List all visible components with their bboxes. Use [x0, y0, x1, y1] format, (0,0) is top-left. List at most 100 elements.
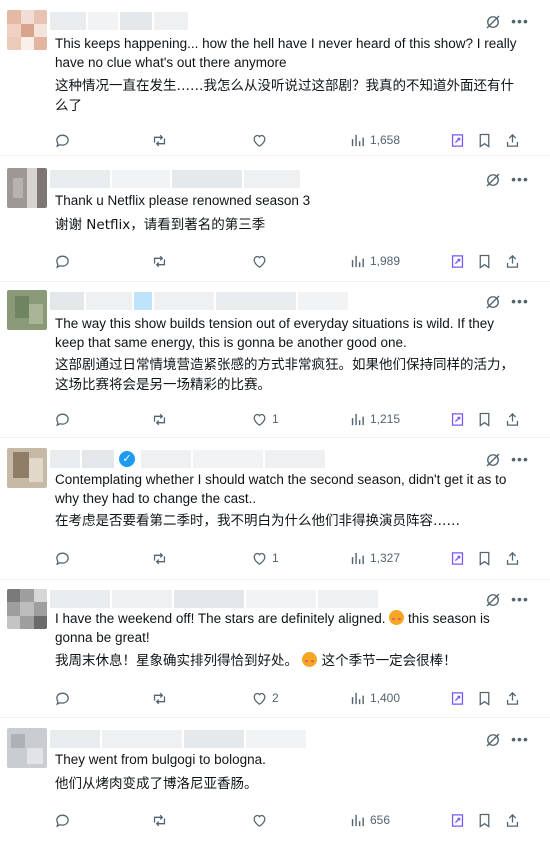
views-button[interactable]: 1,327 — [349, 548, 400, 568]
heart-icon — [251, 550, 268, 567]
heart-icon — [251, 253, 268, 270]
avatar[interactable] — [7, 290, 47, 330]
reply-icon — [54, 253, 71, 270]
repost-button[interactable] — [151, 130, 172, 150]
post-card[interactable]: ••• This keeps happening... how the hell… — [0, 0, 550, 156]
repost-icon — [151, 812, 168, 829]
grok-action-icon — [449, 132, 466, 149]
post-card[interactable]: ✓ ••• Contemplating whether I should wat… — [0, 438, 550, 580]
share-icon — [504, 690, 521, 707]
post-card[interactable]: ••• They went from bulgogi to bologna. 他… — [0, 718, 550, 843]
avatar[interactable] — [7, 168, 47, 208]
bookmark-button[interactable] — [476, 130, 493, 150]
more-icon[interactable]: ••• — [510, 172, 530, 190]
like-button[interactable] — [251, 810, 272, 830]
reply-button[interactable] — [54, 251, 75, 271]
repost-button[interactable] — [151, 688, 172, 708]
reply-button[interactable] — [54, 409, 75, 429]
post-card[interactable]: ••• I have the weekend off! The stars ar… — [0, 580, 550, 718]
grok-icon[interactable] — [484, 731, 502, 749]
views-button[interactable]: 1,658 — [349, 130, 400, 150]
like-button[interactable] — [251, 251, 272, 271]
like-button[interactable] — [251, 130, 272, 150]
repost-button[interactable] — [151, 251, 172, 271]
avatar[interactable] — [7, 728, 47, 768]
post-card[interactable]: ••• Thank u Netflix please renowned seas… — [0, 156, 550, 282]
share-button[interactable] — [504, 409, 521, 429]
repost-icon — [151, 411, 168, 428]
grok-action-button[interactable] — [449, 688, 466, 708]
bookmark-icon — [476, 132, 493, 149]
share-icon — [504, 550, 521, 567]
grok-action-button[interactable] — [449, 409, 466, 429]
reply-button[interactable] — [54, 130, 75, 150]
views-icon — [349, 132, 366, 149]
like-button[interactable]: 1 — [251, 409, 279, 429]
action-bar: 2 1,400 — [0, 688, 550, 708]
action-bar: 1,989 — [0, 251, 550, 271]
reply-icon — [54, 132, 71, 149]
like-button[interactable]: 2 — [251, 688, 279, 708]
repost-button[interactable] — [151, 548, 172, 568]
bookmark-button[interactable] — [476, 810, 493, 830]
bookmark-button[interactable] — [476, 251, 493, 271]
share-button[interactable] — [504, 251, 521, 271]
avatar[interactable] — [7, 589, 47, 629]
more-icon[interactable]: ••• — [510, 732, 530, 750]
share-button[interactable] — [504, 688, 521, 708]
share-button[interactable] — [504, 548, 521, 568]
more-icon[interactable]: ••• — [510, 294, 530, 312]
grok-action-button[interactable] — [449, 130, 466, 150]
post-text-zh: 这部剧通过日常情境营造紧张感的方式非常疯狂。如果他们保持同样的活力，这场比赛将会… — [55, 357, 514, 393]
more-icon[interactable]: ••• — [510, 452, 530, 470]
more-icon[interactable]: ••• — [510, 14, 530, 32]
post-text-zh: 他们从烤肉变成了博洛尼亚香肠。 — [55, 776, 258, 792]
more-icon[interactable]: ••• — [510, 592, 530, 610]
bookmark-icon — [476, 812, 493, 829]
grok-icon[interactable] — [484, 13, 502, 31]
bookmark-icon — [476, 550, 493, 567]
reply-button[interactable] — [54, 548, 75, 568]
share-button[interactable] — [504, 810, 521, 830]
views-button[interactable]: 656 — [349, 810, 390, 830]
reply-button[interactable] — [54, 810, 75, 830]
username-blurred[interactable] — [50, 292, 350, 310]
views-button[interactable]: 1,989 — [349, 251, 400, 271]
username-blurred[interactable] — [50, 170, 302, 188]
grok-icon[interactable] — [484, 451, 502, 469]
post-card[interactable]: ••• The way this show builds tension out… — [0, 282, 550, 438]
reply-icon — [54, 812, 71, 829]
bookmark-button[interactable] — [476, 688, 493, 708]
grok-icon[interactable] — [484, 293, 502, 311]
username-blurred[interactable] — [50, 590, 380, 608]
post-text-en: I have the weekend off! The stars are de… — [55, 610, 490, 645]
repost-icon — [151, 690, 168, 707]
bookmark-icon — [476, 253, 493, 270]
repost-icon — [151, 132, 168, 149]
username-blurred[interactable] — [50, 12, 190, 30]
like-button[interactable]: 1 — [251, 548, 279, 568]
grok-action-button[interactable] — [449, 251, 466, 271]
views-button[interactable]: 1,215 — [349, 409, 400, 429]
bookmark-button[interactable] — [476, 409, 493, 429]
views-button[interactable]: 1,400 — [349, 688, 400, 708]
username-blurred[interactable]: ✓ — [50, 450, 327, 468]
action-bar: 1 1,215 — [0, 409, 550, 429]
heart-icon — [251, 132, 268, 149]
repost-button[interactable] — [151, 810, 172, 830]
avatar[interactable] — [7, 448, 47, 488]
bookmark-button[interactable] — [476, 548, 493, 568]
share-button[interactable] — [504, 130, 521, 150]
grok-icon[interactable] — [484, 591, 502, 609]
grok-icon[interactable] — [484, 171, 502, 189]
repost-button[interactable] — [151, 409, 172, 429]
username-blurred[interactable] — [50, 730, 308, 748]
grok-action-button[interactable] — [449, 810, 466, 830]
action-bar: 1 1,327 — [0, 548, 550, 568]
grok-action-button[interactable] — [449, 548, 466, 568]
bookmark-icon — [476, 411, 493, 428]
views-icon — [349, 550, 366, 567]
heart-icon — [251, 690, 268, 707]
reply-button[interactable] — [54, 688, 75, 708]
avatar[interactable] — [7, 10, 47, 50]
